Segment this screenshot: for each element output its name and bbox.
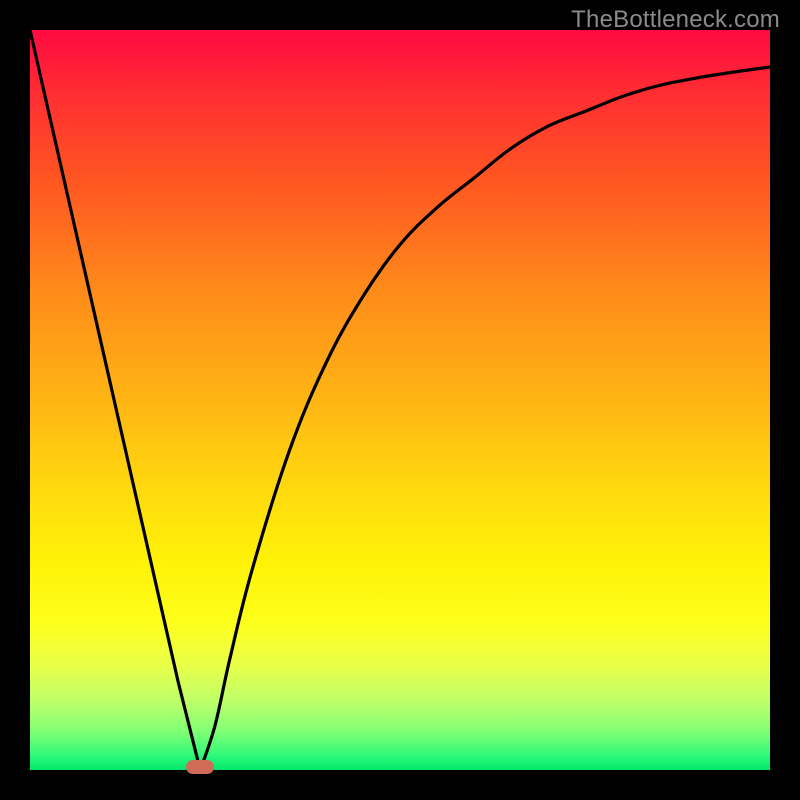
plot-area [30,30,770,770]
minimum-marker [186,760,214,774]
bottleneck-curve [30,30,770,770]
curve-svg [30,30,770,770]
chart-frame: TheBottleneck.com [0,0,800,800]
